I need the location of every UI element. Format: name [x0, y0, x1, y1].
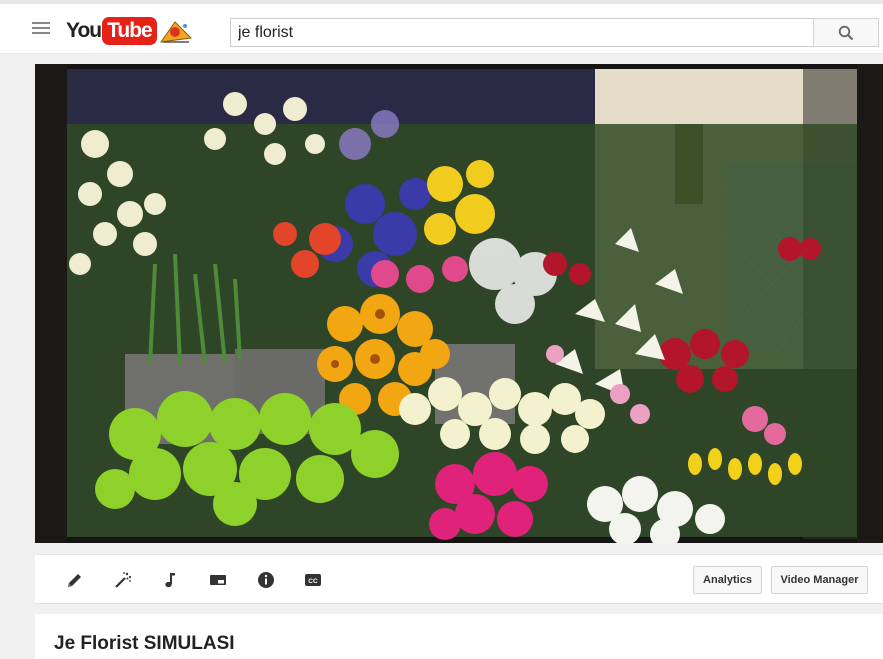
cards-tool[interactable]	[254, 568, 278, 592]
end-screen-icon	[210, 575, 226, 585]
search-button[interactable]	[813, 18, 879, 47]
video-player[interactable]	[35, 64, 883, 543]
analytics-button[interactable]: Analytics	[693, 566, 762, 594]
effects-tool[interactable]	[111, 568, 135, 592]
search-input[interactable]	[230, 18, 813, 47]
enhancements-tool[interactable]	[63, 568, 87, 592]
closed-captions-icon: CC	[305, 574, 321, 586]
video-title: Je Florist SIMULASI	[54, 633, 235, 654]
subtitles-tool[interactable]: CC	[301, 568, 325, 592]
video-info: Je Florist SIMULASI	[35, 614, 883, 659]
music-note-icon	[165, 573, 175, 588]
editor-toolbar: CC Analytics Video Manager	[35, 554, 883, 604]
guide-menu-icon[interactable]	[32, 22, 50, 36]
youtube-logo[interactable]: You Tube	[66, 16, 193, 46]
info-icon	[258, 572, 274, 588]
pencil-icon	[68, 574, 81, 587]
search-icon	[838, 25, 854, 40]
end-screen-tool[interactable]	[206, 568, 230, 592]
masthead: You Tube	[0, 0, 883, 54]
video-manager-button[interactable]: Video Manager	[771, 566, 868, 594]
search-bar	[230, 18, 879, 47]
svg-text:CC: CC	[308, 578, 318, 585]
logo-tube-text: Tube	[102, 17, 157, 45]
audio-tool[interactable]	[158, 568, 182, 592]
doodle-icon	[159, 21, 192, 43]
video-frame-flower-shop	[35, 64, 883, 543]
magic-wand-icon	[115, 572, 132, 588]
logo-you-text: You	[66, 19, 102, 42]
